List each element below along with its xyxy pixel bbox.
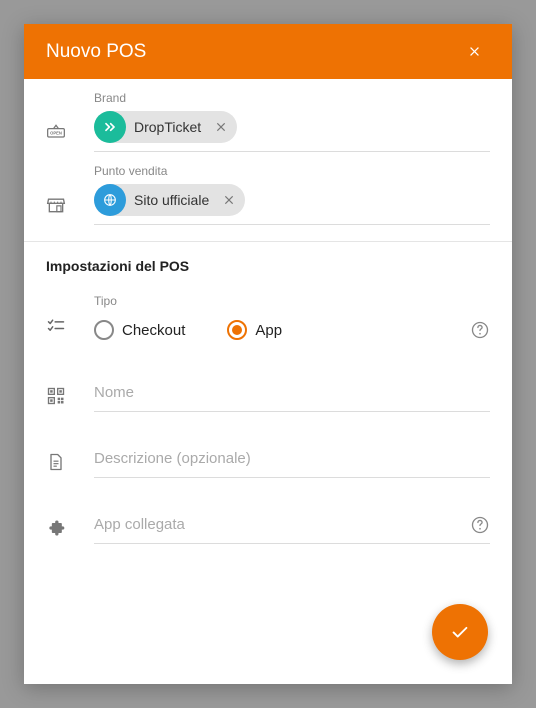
tipo-radio-app-label: App <box>255 322 282 339</box>
venue-chip-remove[interactable] <box>219 190 239 210</box>
name-input[interactable] <box>94 378 490 407</box>
close-icon <box>467 44 482 59</box>
puzzle-icon <box>46 518 66 538</box>
close-button[interactable] <box>458 36 490 68</box>
help-icon <box>470 515 490 535</box>
tipo-radio-app[interactable]: App <box>227 320 282 340</box>
modal-body: OPEN Brand DropTicket <box>24 79 512 684</box>
new-pos-modal: Nuovo POS OPEN Brand <box>24 24 512 684</box>
close-icon <box>222 193 236 207</box>
brand-chip-remove[interactable] <box>211 117 231 137</box>
description-input[interactable] <box>94 444 490 473</box>
tipo-radio-checkout[interactable]: Checkout <box>94 320 185 340</box>
app-linked-row <box>24 498 512 544</box>
venue-chip[interactable]: Sito ufficiale <box>94 184 245 216</box>
chevrons-right-icon <box>102 119 118 135</box>
modal-header: Nuovo POS <box>24 24 512 79</box>
brand-label: Brand <box>94 91 490 105</box>
venue-label: Punto vendita <box>94 164 490 178</box>
storefront-icon <box>46 195 66 215</box>
app-linked-input[interactable] <box>94 510 470 539</box>
brand-chip-label: DropTicket <box>126 119 211 135</box>
venue-chip-label: Sito ufficiale <box>126 192 219 208</box>
settings-section-title: Impostazioni del POS <box>24 242 512 282</box>
venue-chip-avatar <box>94 184 126 216</box>
confirm-fab[interactable] <box>432 604 488 660</box>
globe-icon <box>102 192 118 208</box>
help-icon <box>470 320 490 340</box>
document-icon <box>46 452 66 472</box>
svg-text:OPEN: OPEN <box>50 131 62 136</box>
tipo-row: Tipo Checkout App <box>24 282 512 346</box>
checklist-icon <box>46 316 66 336</box>
brand-row: OPEN Brand DropTicket <box>24 79 512 152</box>
venue-row: Punto vendita Sito ufficiale <box>24 152 512 225</box>
name-row <box>24 366 512 412</box>
description-row <box>24 432 512 478</box>
brand-chip[interactable]: DropTicket <box>94 111 237 143</box>
check-icon <box>449 621 471 643</box>
close-icon <box>214 120 228 134</box>
tipo-radio-group: Checkout App <box>94 314 282 346</box>
radio-icon <box>94 320 114 340</box>
tipo-radio-checkout-label: Checkout <box>122 322 185 339</box>
brand-chip-avatar <box>94 111 126 143</box>
qr-icon <box>46 386 66 406</box>
open-sign-icon: OPEN <box>46 122 66 142</box>
tipo-label: Tipo <box>94 294 490 308</box>
tipo-help-button[interactable] <box>470 320 490 340</box>
radio-icon <box>227 320 247 340</box>
app-help-button[interactable] <box>470 515 490 535</box>
modal-title: Nuovo POS <box>46 41 146 63</box>
